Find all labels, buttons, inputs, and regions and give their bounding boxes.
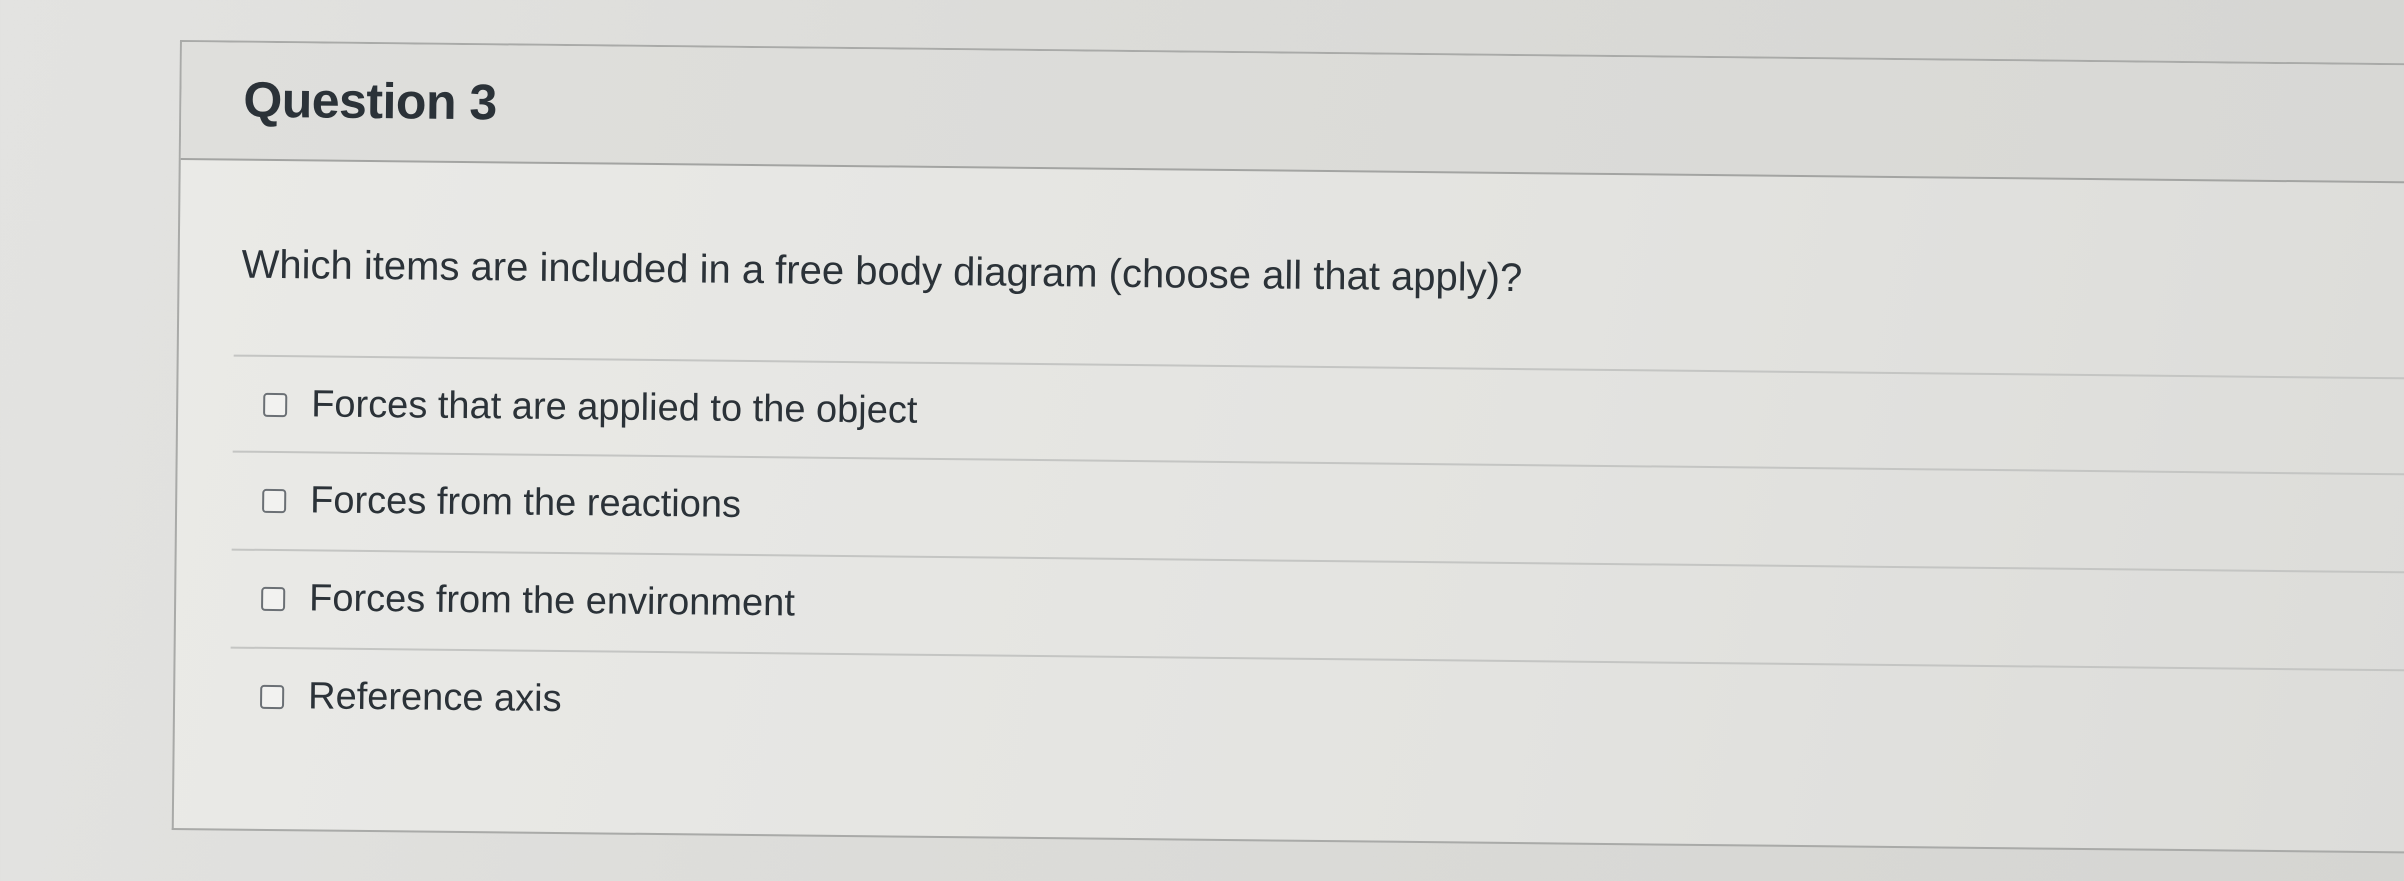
question-header: Question 3 bbox=[180, 42, 2404, 184]
question-title: Question 3 bbox=[243, 71, 498, 131]
answer-label[interactable]: Reference axis bbox=[308, 675, 562, 721]
answer-label[interactable]: Forces from the reactions bbox=[310, 479, 741, 527]
answer-checkbox[interactable] bbox=[262, 488, 287, 514]
quiz-question-card: Question 3 Which items are included in a… bbox=[171, 40, 2404, 854]
answer-label[interactable]: Forces that are applied to the object bbox=[311, 383, 918, 432]
answer-checkbox[interactable] bbox=[263, 392, 288, 418]
question-prompt: Which items are included in a free body … bbox=[241, 242, 1523, 301]
answer-checkbox[interactable] bbox=[261, 586, 286, 612]
answer-label[interactable]: Forces from the environment bbox=[309, 577, 795, 625]
answer-checkbox[interactable] bbox=[260, 684, 285, 710]
answer-list: Forces that are applied to the object Fo… bbox=[230, 354, 2404, 770]
